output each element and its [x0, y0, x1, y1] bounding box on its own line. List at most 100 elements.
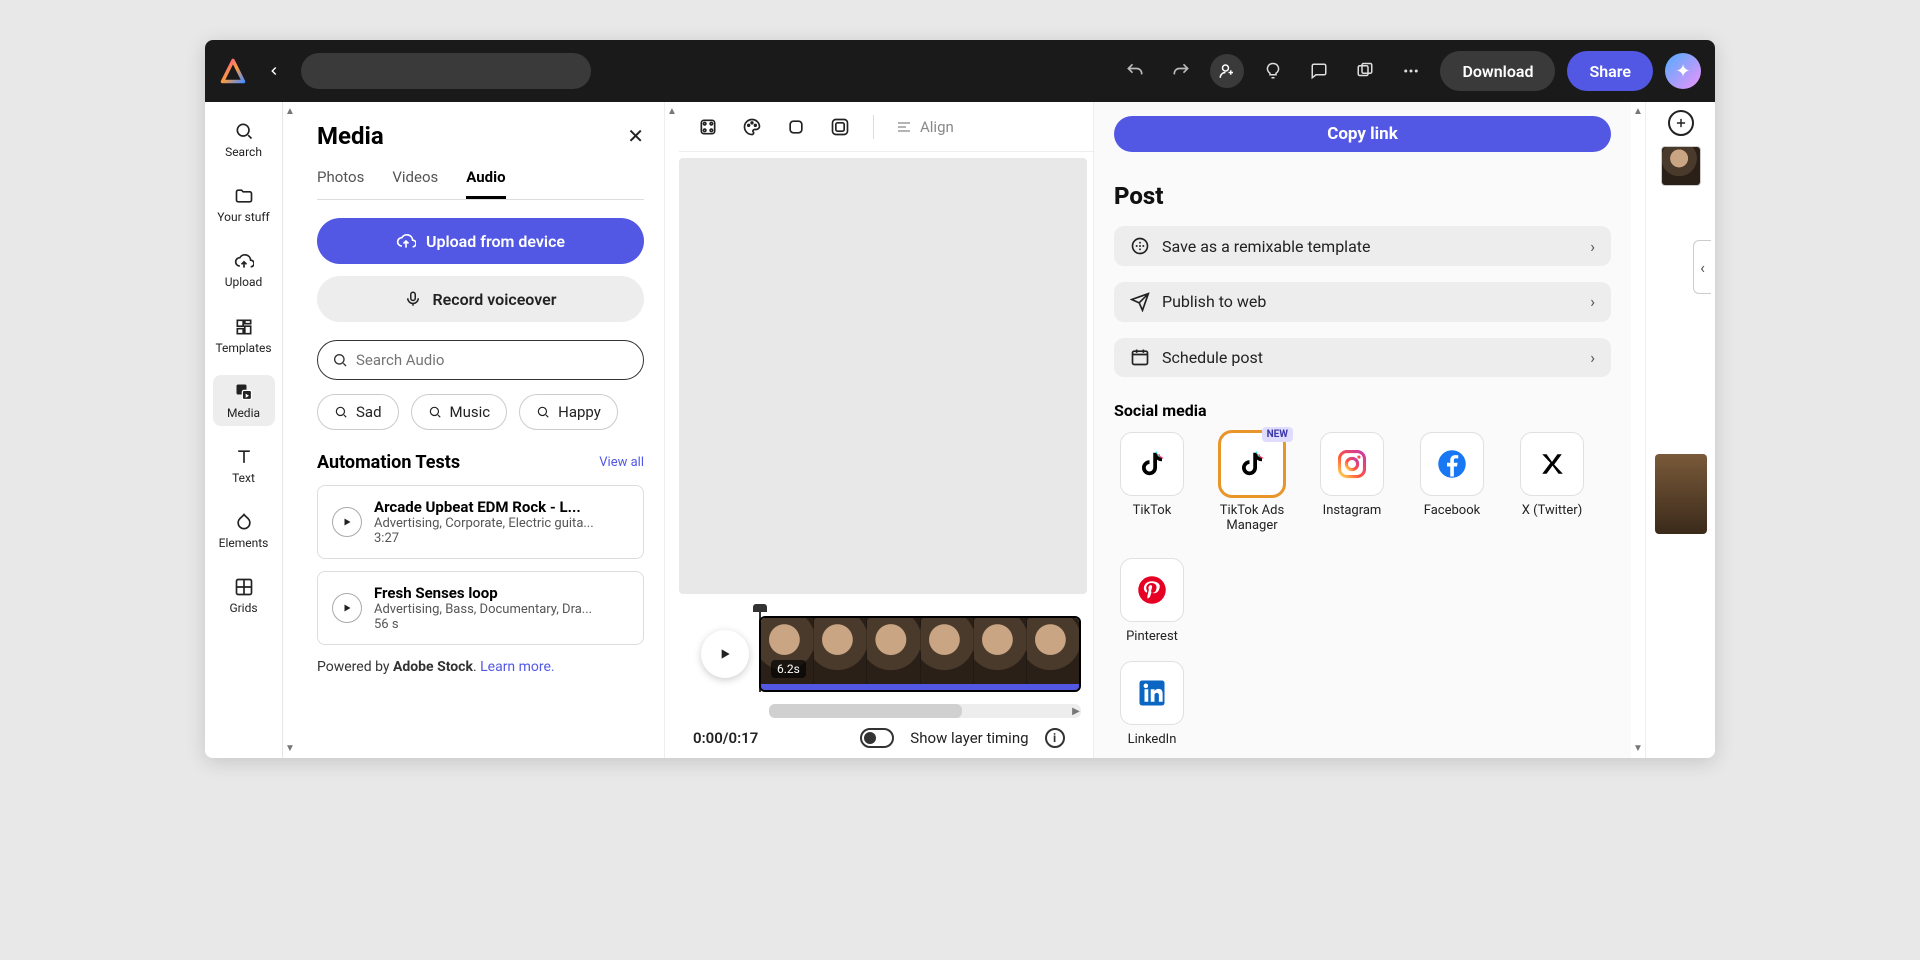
track-meta: Advertising, Corporate, Electric guita..… [374, 516, 594, 531]
chip-sad[interactable]: Sad [317, 394, 399, 430]
pinterest-icon [1137, 575, 1167, 605]
social-instagram[interactable]: Instagram [1314, 432, 1390, 534]
track-meta: Advertising, Bass, Documentary, Dra... [374, 602, 592, 617]
tab-photos[interactable]: Photos [317, 168, 364, 199]
timeline[interactable]: 6.2s [759, 608, 1081, 700]
canvas[interactable] [679, 158, 1087, 594]
present-icon[interactable] [1348, 54, 1382, 88]
app-logo[interactable] [219, 57, 247, 85]
copy-link-button[interactable]: Copy link [1114, 116, 1611, 152]
top-search-input[interactable] [301, 53, 591, 89]
elements-icon [233, 511, 255, 533]
track-title: Arcade Upbeat EDM Rock - L... [374, 498, 594, 516]
save-remixable-template-option[interactable]: Save as a remixable template › [1114, 226, 1611, 266]
rail-templates[interactable]: Templates [213, 310, 275, 361]
tiktok-icon [1137, 449, 1167, 479]
rail-scroll-cue: ▲▼ [283, 102, 297, 758]
instagram-icon [1337, 449, 1367, 479]
powered-by: Powered by Adobe Stock. Learn more. [317, 659, 644, 675]
chip-music[interactable]: Music [411, 394, 508, 430]
tab-audio[interactable]: Audio [466, 168, 505, 199]
record-voiceover-button[interactable]: Record voiceover [317, 276, 644, 322]
chip-happy[interactable]: Happy [519, 394, 618, 430]
view-all-link[interactable]: View all [599, 455, 644, 470]
collapse-pages-tab[interactable]: ‹ [1693, 240, 1711, 294]
close-icon[interactable]: ✕ [627, 124, 644, 148]
social-pinterest[interactable]: Pinterest [1114, 558, 1190, 645]
media-icon [233, 381, 255, 403]
show-layer-timing-toggle[interactable] [860, 728, 894, 748]
square-icon[interactable] [785, 116, 807, 138]
audio-track-item[interactable]: Arcade Upbeat EDM Rock - L... Advertisin… [317, 485, 644, 559]
rail-search[interactable]: Search [213, 114, 275, 165]
back-button[interactable] [259, 56, 289, 86]
section-title: Automation Tests [317, 452, 460, 473]
tiktok-icon [1237, 449, 1267, 479]
palette-icon[interactable] [741, 116, 763, 138]
calendar-icon [1130, 347, 1150, 367]
page-thumbnail[interactable] [1661, 146, 1701, 186]
rail-grids[interactable]: Grids [213, 570, 275, 621]
text-icon [233, 446, 255, 468]
new-badge: NEW [1262, 427, 1293, 442]
page-thumbnail[interactable] [1655, 454, 1707, 534]
double-square-icon[interactable] [829, 116, 851, 138]
templates-icon [233, 316, 255, 338]
social-x-twitter[interactable]: X (Twitter) [1514, 432, 1590, 534]
x-icon [1539, 451, 1565, 477]
search-icon [332, 352, 348, 368]
audio-strip [761, 684, 1079, 690]
social-tiktok[interactable]: TikTok [1114, 432, 1190, 534]
download-button[interactable]: Download [1440, 51, 1555, 91]
canvas-toolbar: Align [679, 102, 1093, 152]
canvas-area: Align 6.2s ◀▶ 0:00/0:17 Sho [679, 102, 1093, 758]
invite-user-button[interactable] [1210, 54, 1244, 88]
rail-text[interactable]: Text [213, 440, 275, 491]
media-panel-title: Media [317, 122, 384, 150]
more-icon[interactable] [1394, 54, 1428, 88]
search-icon [233, 120, 255, 142]
schedule-post-option[interactable]: Schedule post › [1114, 338, 1611, 378]
sparkle-icon [1130, 236, 1150, 256]
user-avatar[interactable]: ✦ [1665, 53, 1701, 89]
microphone-icon [404, 290, 422, 308]
tab-videos[interactable]: Videos [392, 168, 438, 199]
timeline-play-button[interactable] [701, 630, 749, 678]
audio-track-item[interactable]: Fresh Senses loop Advertising, Bass, Doc… [317, 571, 644, 645]
undo-button[interactable] [1118, 54, 1152, 88]
rail-elements[interactable]: Elements [213, 505, 275, 556]
track-duration: 56 s [374, 617, 592, 632]
share-panel: Copy link Post Save as a remixable templ… [1093, 102, 1631, 758]
social-linkedin[interactable]: LinkedIn [1114, 661, 1190, 748]
social-facebook[interactable]: Facebook [1414, 432, 1490, 534]
play-icon[interactable] [332, 593, 362, 623]
crop-icon[interactable] [697, 116, 719, 138]
rail-upload[interactable]: Upload [213, 244, 275, 295]
media-panel: Media ✕ Photos Videos Audio Upload from … [297, 102, 665, 758]
social-tiktok-ads-manager[interactable]: NEW TikTok Ads Manager [1214, 432, 1290, 534]
right-scroll-cue: ▲▼ [1631, 102, 1645, 758]
timecode: 0:00/0:17 [693, 729, 758, 747]
timeline-clip[interactable]: 6.2s [759, 616, 1081, 692]
tips-icon[interactable] [1256, 54, 1290, 88]
timeline-scrollbar[interactable]: ◀▶ [769, 704, 1081, 718]
redo-button[interactable] [1164, 54, 1198, 88]
align-button[interactable]: Align [896, 118, 954, 136]
panel-scroll-cue: ▲ [665, 102, 679, 758]
cloud-upload-icon [233, 250, 255, 272]
play-icon[interactable] [332, 507, 362, 537]
comments-icon[interactable] [1302, 54, 1336, 88]
learn-more-link[interactable]: Learn more. [480, 659, 555, 675]
audio-search-input[interactable] [317, 340, 644, 380]
folder-icon [233, 185, 255, 207]
upload-from-device-button[interactable]: Upload from device [317, 218, 644, 264]
info-icon[interactable]: i [1045, 728, 1065, 748]
social-media-title: Social media [1114, 401, 1611, 420]
add-page-button[interactable] [1668, 110, 1694, 136]
share-button[interactable]: Share [1567, 51, 1653, 91]
rail-your-stuff[interactable]: Your stuff [213, 179, 275, 230]
chevron-right-icon: › [1590, 237, 1595, 256]
publish-to-web-option[interactable]: Publish to web › [1114, 282, 1611, 322]
pages-column: ‹ [1645, 102, 1715, 758]
rail-media[interactable]: Media [213, 375, 275, 426]
